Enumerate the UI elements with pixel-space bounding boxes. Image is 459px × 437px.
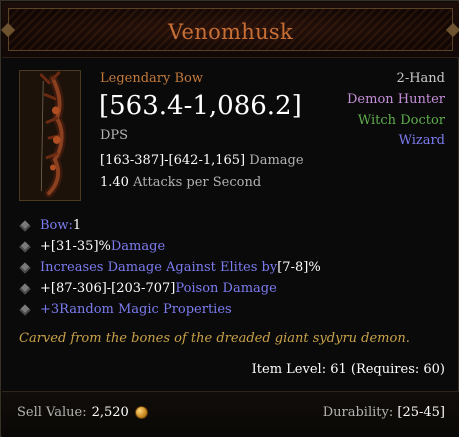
affix-random-properties: +3 Random Magic Properties xyxy=(19,299,321,320)
affix-text: Damage xyxy=(110,239,166,254)
affix-value: +[87-306]-[203-707] xyxy=(40,281,176,296)
affix-text: Random Magic Properties xyxy=(59,302,232,317)
sell-value-label: Sell Value: xyxy=(17,405,87,420)
affix-value: +3 xyxy=(40,302,60,317)
diamond-bullet-icon xyxy=(19,303,31,316)
diamond-bullet-icon xyxy=(19,261,31,274)
item-name: Venomhusk xyxy=(168,20,293,44)
damage-value: [163-387]-[642-1,165] xyxy=(100,153,246,168)
flavor-text: Carved from the bones of the dreaded gia… xyxy=(19,331,410,346)
item-slot: 2-Hand xyxy=(396,71,445,86)
diamond-bullet-icon xyxy=(19,282,31,295)
durability-label: Durability: xyxy=(322,405,394,420)
affix-bow-skill: Bow: 1 xyxy=(19,215,321,236)
class-witch-doctor: Witch Doctor xyxy=(357,113,445,128)
durability-value: [25-45] xyxy=(397,405,445,420)
damage-label: Damage xyxy=(249,153,304,168)
item-tooltip: Venomhusk Legendary Bow 2-Hand Demon Hun… xyxy=(0,0,459,437)
attack-speed-line: 1.40 Attacks per Second xyxy=(100,175,261,190)
sell-value: Sell Value: 2,520 xyxy=(17,405,148,420)
tooltip-body: Legendary Bow 2-Hand Demon Hunter Witch … xyxy=(2,59,459,389)
affix-value: 1 xyxy=(72,218,82,233)
affix-damage-percent: +[31-35]% Damage xyxy=(19,236,321,257)
gold-coin-icon xyxy=(134,406,148,419)
affix-poison-damage: +[87-306]-[203-707] Poison Damage xyxy=(19,278,321,299)
affix-value: +[31-35]% xyxy=(40,239,111,254)
diamond-bullet-icon xyxy=(19,240,31,253)
bow-icon xyxy=(20,71,80,200)
dps-value: [563.4-1,086.2] xyxy=(99,91,302,121)
item-level: Item Level: 61 (Requires: 60) xyxy=(251,362,445,377)
damage-line: [163-387]-[642-1,165] Damage xyxy=(100,153,304,168)
attack-speed-label: Attacks per Second xyxy=(133,175,262,190)
class-wizard: Wizard xyxy=(398,133,445,148)
tooltip-footer: Sell Value: 2,520 Durability: [25-45] xyxy=(2,391,459,437)
affix-value: [7-8]% xyxy=(277,260,321,275)
affix-text: Poison Damage xyxy=(175,281,277,296)
tooltip-header: Venomhusk xyxy=(2,2,459,58)
affix-elite-damage: Increases Damage Against Elites by [7-8]… xyxy=(19,257,321,278)
diamond-bullet-icon xyxy=(19,219,31,232)
item-portrait xyxy=(19,70,81,201)
item-type: Legendary Bow xyxy=(100,71,203,86)
class-demon-hunter: Demon Hunter xyxy=(347,92,445,107)
durability: Durability: [25-45] xyxy=(323,405,445,420)
attack-speed-value: 1.40 xyxy=(100,175,129,190)
affix-text: Bow: xyxy=(40,218,73,233)
affix-list: Bow: 1 +[31-35]% Damage Increases Damage… xyxy=(19,215,321,320)
affix-text: Increases Damage Against Elites by xyxy=(40,260,278,275)
sell-value-amount: 2,520 xyxy=(91,405,129,420)
dps-label: DPS xyxy=(100,128,129,143)
